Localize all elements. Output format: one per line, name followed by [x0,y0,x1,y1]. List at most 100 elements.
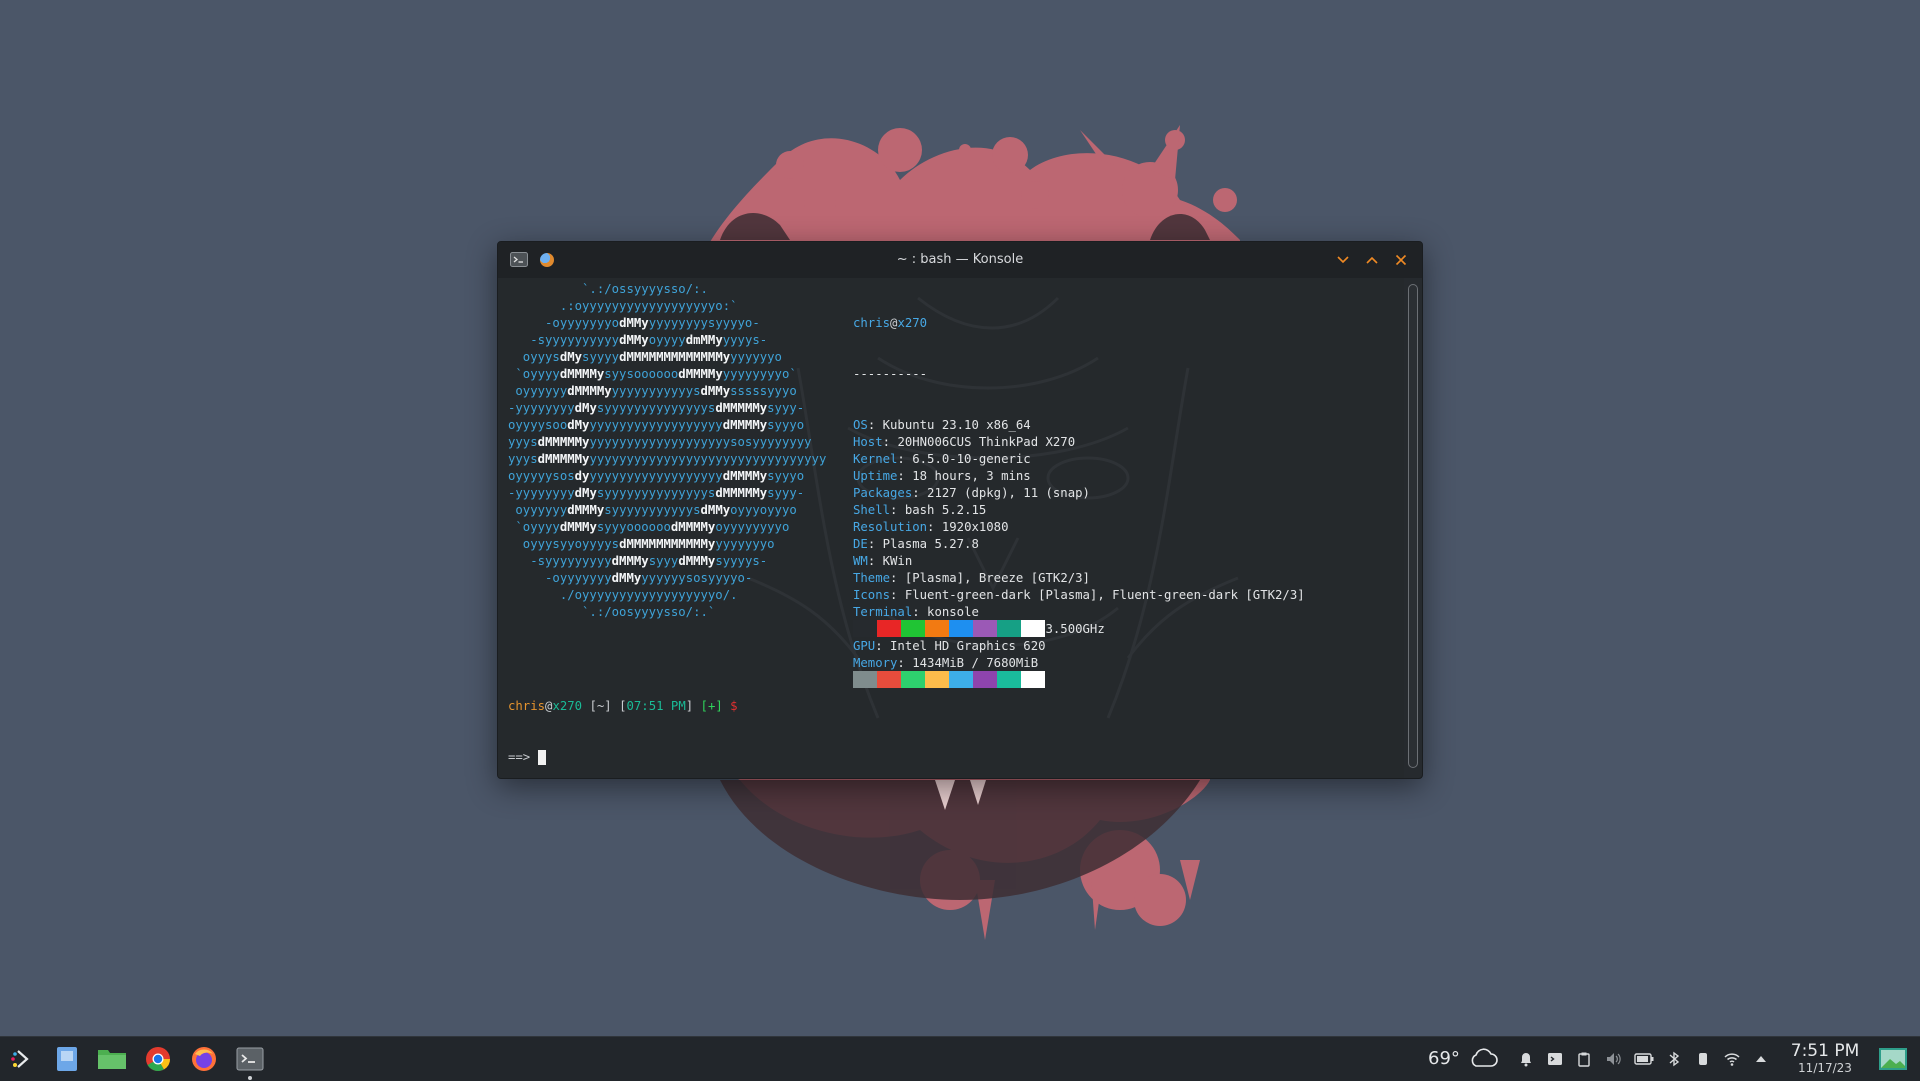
logo-segment: `.:/oosyyyysso/:.` [508,605,716,619]
info-key: OS [853,418,868,432]
chevron-up-icon[interactable] [1753,1051,1769,1067]
info-row: Uptime: 18 hours, 3 mins [853,468,1305,485]
cloud-icon[interactable] [1468,1047,1498,1069]
logo-segment: dMMy [700,384,731,398]
logo-segment: dMMMMMMMMMMMMMy [619,350,731,364]
logo-segment: sssssyyyo [730,384,797,398]
color-swatch [925,620,949,637]
firefox-icon[interactable] [189,1045,219,1073]
info-key: Resolution [853,520,928,534]
file-manager-icon[interactable] [97,1045,127,1073]
info-row: OS: Kubuntu 23.10 x86_64 [853,417,1305,434]
logo-line: -yyyyyyyydMysyyyyyyyyyyyyyysdMMMMMysyyy- [508,485,826,502]
minimize-button[interactable] [1334,251,1352,269]
logo-segment: -oyyyyyyy [508,571,612,585]
info-key: Uptime [853,469,898,483]
removable-device-icon[interactable] [1695,1051,1711,1067]
logo-segment: dMy [574,486,597,500]
logo-segment: oyyyyyy [508,503,568,517]
window-titlebar[interactable]: ~ : bash — Konsole [498,242,1422,278]
info-colon: : [882,435,898,449]
logo-segment: dMMMy [611,554,649,568]
info-colon: : [927,520,942,534]
prompt-arrow: ==> [508,750,538,764]
logo-segment: -syyyyyyyyyy [508,333,620,347]
files-icon[interactable] [52,1045,82,1073]
volume-icon[interactable] [1605,1051,1621,1067]
color-swatch [973,671,997,688]
logo-line: oyyysdMysyyyydMMMMMMMMMMMMMyyyyyyyo [508,349,826,366]
info-colon: : [867,537,883,551]
logo-segment: dMMMMy [670,520,716,534]
info-key: WM [853,554,868,568]
logo-segment: yyyyyyyyyyyyyyyyyyyyyyyyyyyyyyyy [589,452,827,466]
terminal-scrollbar[interactable] [1408,284,1418,768]
maximize-button[interactable] [1363,251,1381,269]
color-swatch [877,620,901,637]
weather-temperature[interactable]: 69° [1428,1048,1460,1069]
logo-segment: dMMMy [559,520,597,534]
logo-segment: `oyyyy [508,367,560,381]
prompt-status: [+] [700,699,723,713]
info-key: Theme [853,571,891,585]
taskbar: 69° 7:51 PM 11/17/23 [0,1036,1920,1081]
close-button[interactable] [1392,251,1410,269]
distro-ascii-logo: `.:/ossyyyysso/:. .:oyyyyyyyyyyyyyyyyyyo… [508,281,826,621]
active-task-indicator [248,1076,252,1080]
info-value: bash 5.2.15 [904,503,987,517]
info-key: Shell [853,503,891,517]
logo-segment: dMMMy [567,503,605,517]
color-swatch [853,620,877,637]
info-value: 20HN006CUS ThinkPad X270 [897,435,1076,449]
logo-line: oyyyysoodMyyyyyyyyyyyyyyyyyyydMMMMysyyyo [508,417,826,434]
info-row: Kernel: 6.5.0-10-generic [853,451,1305,468]
info-colon: : [897,452,913,466]
terminal-view[interactable]: `.:/ossyyyysso/:. .:oyyyyyyyyyyyyyyyyyyo… [498,278,1404,778]
konsole-window[interactable]: ~ : bash — Konsole `.:/ossyyyysso/:. .:o… [497,241,1423,779]
logo-segment: dMMMMy [559,367,605,381]
logo-segment: dMMMMy [722,469,768,483]
konsole-tray-icon[interactable] [1547,1051,1563,1067]
info-colon: : [912,486,928,500]
logo-segment: yyyys- [722,333,768,347]
logo-segment: dMy [559,350,583,364]
wifi-icon[interactable] [1724,1051,1740,1067]
info-value: 18 hours, 3 mins [912,469,1031,483]
logo-segment: oyyyysoo [508,418,568,432]
battery-icon[interactable] [1634,1051,1654,1067]
logo-segment: -yyyyyyyy [508,401,575,415]
info-key: Packages [853,486,913,500]
text-cursor[interactable] [537,750,546,765]
logo-segment: `oyyyy [508,520,560,534]
logo-segment: -yyyyyyyy [508,486,575,500]
logo-segment: syyy [648,554,679,568]
terminal-icon[interactable] [235,1045,265,1073]
info-user: chris [853,316,891,330]
logo-segment: syyyo [767,418,805,432]
logo-segment: dMMMy [678,554,716,568]
clipboard-icon[interactable] [1576,1051,1592,1067]
logo-segment: dMMMMMMMMMMMy [619,537,716,551]
color-swatch [1021,671,1045,688]
clock-date[interactable]: 11/17/23 [1787,1061,1863,1075]
prompt-dir: [~] [589,699,612,713]
clock-time[interactable]: 7:51 PM [1787,1041,1863,1061]
color-swatch [901,671,925,688]
color-swatch [901,620,925,637]
logo-segment: yyyyyyyyyyys [611,384,701,398]
logo-segment: dy [574,469,590,483]
prompt-time: 07:51 PM [626,699,686,713]
shell-prompt: chris@x270 [~] [07:51 PM] [+] $ ==> [508,664,738,778]
notifications-icon[interactable] [1518,1051,1534,1067]
chrome-icon[interactable] [143,1045,173,1073]
info-row: DE: Plasma 5.27.8 [853,536,1305,553]
logo-segment: dmMMy [685,333,723,347]
app-launcher-icon[interactable] [7,1045,37,1073]
logo-segment: `.:/ossyyyysso/:. [508,282,708,296]
show-desktop-icon[interactable] [1878,1047,1908,1071]
bluetooth-icon[interactable] [1666,1051,1682,1067]
info-colon: : [867,418,883,432]
logo-segment: syyy- [767,486,805,500]
logo-line: `.:/ossyyyysso/:. [508,281,826,298]
info-colon: : [867,554,883,568]
